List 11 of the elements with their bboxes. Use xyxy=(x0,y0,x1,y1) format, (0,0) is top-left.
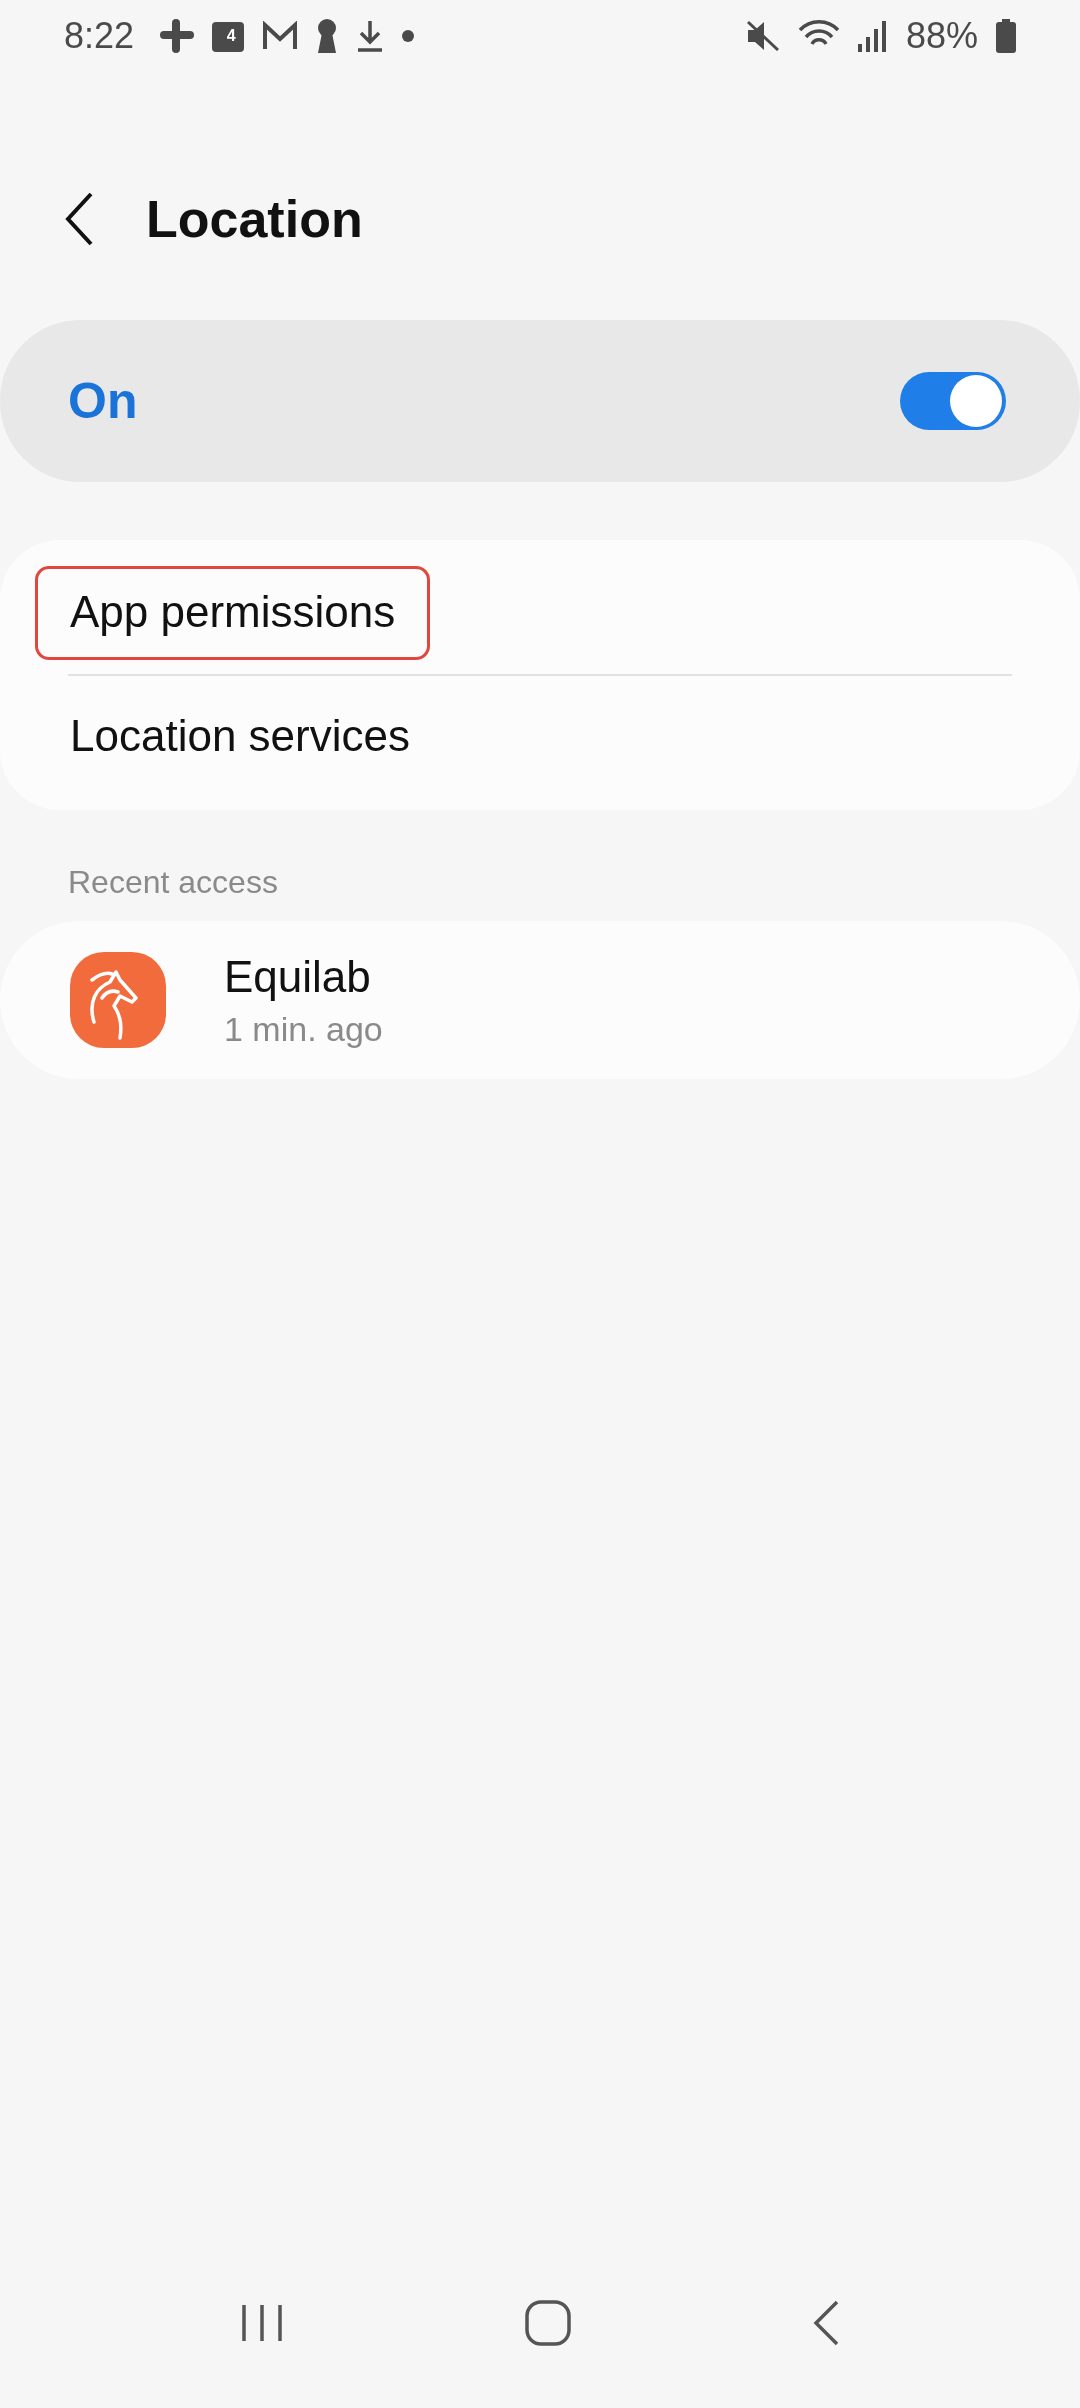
menu-item[interactable]: App permissions xyxy=(35,566,431,660)
app-name: Equilab xyxy=(224,951,372,1002)
status-time: 8:22 xyxy=(64,15,135,57)
battery-level: 88% xyxy=(905,15,978,57)
page-title: Location xyxy=(146,189,363,249)
switch-label: On xyxy=(68,372,138,430)
access-time: 1 min. ago xyxy=(224,1009,383,1049)
section-heading: Recent access xyxy=(68,864,279,901)
menu-item[interactable]: Location services xyxy=(35,690,445,784)
calendar-day: 4 xyxy=(218,27,245,45)
app-row[interactable]: Equilab 1 min. ago xyxy=(0,921,1080,1079)
